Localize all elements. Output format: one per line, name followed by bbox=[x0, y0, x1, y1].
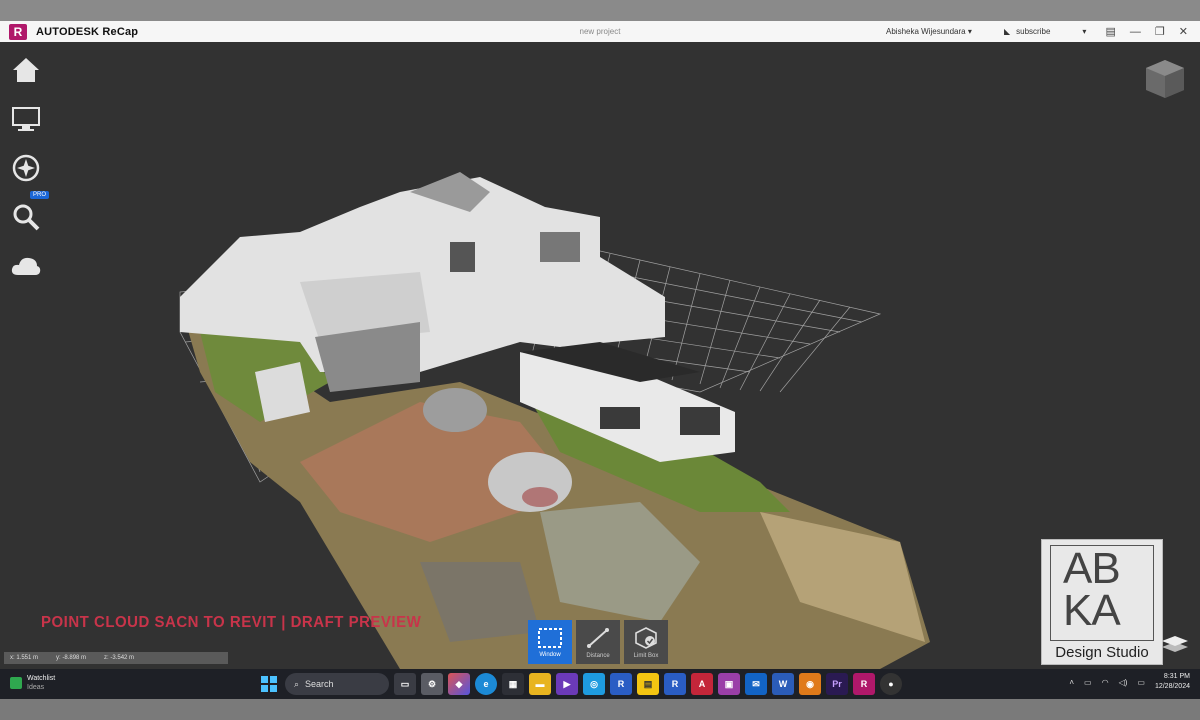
chevron-down-icon: ▾ bbox=[1082, 27, 1087, 36]
recap-taskbar-icon[interactable]: R bbox=[853, 673, 875, 695]
search-icon bbox=[13, 204, 40, 231]
app-brand: AUTODESK ReCap bbox=[36, 25, 139, 38]
tool-label: Distance bbox=[586, 652, 610, 659]
tool-label: Limit Box bbox=[633, 652, 659, 659]
network-icon[interactable]: ▭ bbox=[1084, 678, 1092, 687]
layers-icon[interactable] bbox=[1160, 632, 1190, 654]
cloud-button[interactable] bbox=[8, 248, 44, 284]
photos-icon[interactable]: ▣ bbox=[718, 673, 740, 695]
subscribe-menu[interactable]: ◣ subscribe ▾ bbox=[1004, 27, 1086, 36]
word-icon[interactable]: W bbox=[772, 673, 794, 695]
view-cube-icon[interactable] bbox=[1142, 56, 1188, 102]
compass-icon bbox=[12, 154, 40, 182]
cloud-icon bbox=[11, 257, 41, 275]
widget-watchlist[interactable]: Watchlist Ideas bbox=[10, 674, 55, 692]
premiere-icon[interactable]: Pr bbox=[826, 673, 848, 695]
home-icon bbox=[13, 58, 39, 82]
studio-name: Design Studio bbox=[1055, 644, 1149, 661]
car bbox=[423, 388, 487, 432]
cart-icon: ◣ bbox=[1004, 27, 1011, 36]
search-placeholder: Search bbox=[305, 679, 334, 689]
store-icon[interactable]: ▦ bbox=[502, 673, 524, 695]
app-blue-icon[interactable]: ◎ bbox=[583, 673, 605, 695]
chat-icon[interactable]: ▤ bbox=[1106, 25, 1116, 38]
chevron-up-icon[interactable]: ˄ bbox=[1069, 678, 1074, 687]
search-tools-button[interactable]: PRO bbox=[8, 191, 50, 235]
search-icon: ⌕ bbox=[294, 678, 300, 689]
system-tray: ˄ ▭ ◠ ◁) ▭ 8:31 PM 12/28/2024 bbox=[1069, 672, 1190, 692]
project-title: new project bbox=[579, 27, 621, 36]
clock-date: 12/28/2024 bbox=[1154, 683, 1190, 690]
studio-logo-card: AB KA Design Studio bbox=[1041, 539, 1163, 665]
widget-subtitle: Ideas bbox=[27, 684, 45, 691]
window-select-tool[interactable]: Window bbox=[528, 620, 572, 664]
restore-icon[interactable]: ❐ bbox=[1155, 25, 1165, 38]
edge-icon[interactable]: e bbox=[475, 673, 497, 695]
taskbar-apps: ⌕ Search ▭ ⚙ ◆ e ▦ ▬ ▶ ◎ R ▤ R A ▣ ✉ W ◉… bbox=[258, 673, 902, 695]
clock[interactable]: 8:31 PM 12/28/2024 bbox=[1155, 672, 1190, 692]
sticky-notes-icon[interactable]: ▤ bbox=[637, 673, 659, 695]
stock-icon bbox=[10, 677, 22, 689]
distance-icon bbox=[587, 627, 609, 648]
autocad-icon[interactable]: A bbox=[691, 673, 713, 695]
display-settings-button[interactable] bbox=[8, 101, 44, 137]
revit-icon-1[interactable]: R bbox=[610, 673, 632, 695]
orange-app-icon[interactable]: ◉ bbox=[799, 673, 821, 695]
point-cloud-viewport[interactable]: PRO POINT CLOUD SACN TO REVIT | DRAFT PR… bbox=[0, 42, 1200, 669]
revit-icon-2[interactable]: R bbox=[664, 673, 686, 695]
copilot-icon[interactable]: ◆ bbox=[448, 673, 470, 695]
subscribe-label: subscribe bbox=[1016, 27, 1051, 36]
tool-label: Window bbox=[539, 651, 561, 658]
limit-box-tool[interactable]: Limit Box bbox=[624, 620, 668, 664]
coord-y: y: -8.898 m bbox=[56, 655, 87, 661]
close-icon[interactable]: ✕ bbox=[1179, 25, 1188, 38]
tool-palette: Window Distance Limit Box bbox=[528, 620, 668, 664]
taskbar-search[interactable]: ⌕ Search bbox=[285, 673, 389, 695]
outlook-icon[interactable]: ✉ bbox=[745, 673, 767, 695]
left-sidebar: PRO bbox=[8, 52, 50, 297]
title-bar: R AUTODESK ReCap new project Abisheka Wi… bbox=[0, 21, 1200, 43]
windows-taskbar: Watchlist Ideas ⌕ Search ▭ ⚙ ◆ e ▦ ▬ ▶ ◎… bbox=[0, 669, 1200, 699]
volume-icon[interactable]: ◁) bbox=[1119, 678, 1128, 687]
bottom-band bbox=[0, 699, 1200, 720]
start-icon[interactable] bbox=[258, 673, 280, 695]
home-button[interactable] bbox=[8, 52, 44, 88]
overlay-watermark: POINT CLOUD SACN TO REVIT | DRAFT PREVIE… bbox=[41, 613, 422, 632]
widget-title: Watchlist bbox=[27, 675, 56, 682]
distance-tool[interactable]: Distance bbox=[576, 620, 620, 664]
point-cloud-scene bbox=[179, 172, 930, 669]
pro-badge: PRO bbox=[30, 191, 50, 199]
studio-logo-frame: AB KA bbox=[1050, 545, 1154, 641]
monitor-icon bbox=[12, 107, 40, 131]
coordinate-readout: x: 1.551 m y: -8.898 m z: -3.542 m bbox=[4, 652, 228, 664]
coord-x: x: 1.551 m bbox=[10, 655, 39, 661]
studio-logo-letters: AB KA bbox=[1063, 545, 1121, 635]
top-band bbox=[0, 0, 1200, 21]
media-icon[interactable]: ▶ bbox=[556, 673, 578, 695]
wifi-icon[interactable]: ◠ bbox=[1102, 678, 1109, 687]
user-menu[interactable]: Abisheka Wijesundara ▾ bbox=[886, 27, 972, 36]
window-select-icon bbox=[538, 627, 562, 648]
obs-icon[interactable]: ● bbox=[880, 673, 902, 695]
settings-icon[interactable]: ⚙ bbox=[421, 673, 443, 695]
battery-icon[interactable]: ▭ bbox=[1137, 678, 1145, 687]
minimize-icon[interactable]: — bbox=[1130, 26, 1141, 38]
coord-z: z: -3.542 m bbox=[104, 655, 135, 661]
window-controls: ▤ — ❐ ✕ bbox=[1106, 21, 1189, 42]
limit-box-icon bbox=[635, 626, 657, 649]
recap-logo: R bbox=[9, 23, 27, 40]
user-name: Abisheka Wijesundara bbox=[886, 27, 966, 36]
clock-time: 8:31 PM bbox=[1163, 673, 1190, 680]
file-explorer-icon[interactable]: ▬ bbox=[529, 673, 551, 695]
task-view-icon[interactable]: ▭ bbox=[394, 673, 416, 695]
navigation-button[interactable] bbox=[8, 150, 44, 186]
